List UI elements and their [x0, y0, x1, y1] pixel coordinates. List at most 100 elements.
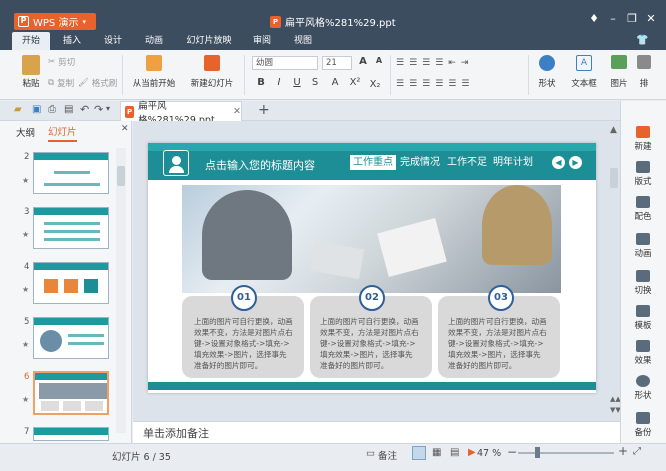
slide-panel-scrollbar[interactable] [116, 148, 126, 433]
slide-nav-tab-3[interactable]: 工作不足 [444, 155, 490, 170]
task-layout-button[interactable]: 版式 [622, 161, 664, 187]
task-effects-button[interactable]: 效果 [622, 340, 664, 366]
menu-review[interactable]: 审阅 [246, 32, 278, 50]
slide-thumbnail-5[interactable] [33, 317, 109, 359]
brush-icon: 🖌 [78, 78, 89, 88]
copy-icon: ⧉ [48, 78, 55, 88]
slide-title[interactable]: 点击输入您的标题内容 [205, 157, 315, 173]
zoom-out-button[interactable]: − [507, 445, 517, 459]
palette-icon [636, 196, 650, 208]
menu-animation[interactable]: 动画 [138, 32, 170, 50]
from-current-button[interactable]: 从当前开始 [128, 55, 180, 89]
menu-view[interactable]: 视图 [287, 32, 319, 50]
slide-nav-tab-1[interactable]: 工作重点 [350, 155, 396, 170]
slide-thumbnail-2[interactable] [33, 152, 109, 194]
play-slideshow-icon[interactable]: ▶ [468, 447, 476, 458]
preview-icon[interactable]: ▤ [64, 104, 73, 115]
task-transition-button[interactable]: 切换 [622, 270, 664, 296]
normal-view-icon[interactable] [412, 446, 426, 460]
paragraph-tools-row2[interactable]: ☰☰☰☰☰☰ [396, 79, 474, 89]
business-meeting-photo[interactable] [182, 185, 561, 293]
subscript-button[interactable]: X₂ [368, 79, 382, 90]
zoom-in-button[interactable]: + [618, 444, 628, 458]
quick-access-dropdown-icon[interactable]: ▾ [106, 104, 110, 113]
grow-font-icon[interactable]: A [356, 56, 370, 67]
animation-icon [636, 233, 650, 245]
new-slide-button[interactable]: 新建幻灯片 [186, 55, 238, 89]
fit-window-icon[interactable]: ⤢ [633, 446, 641, 457]
font-size-select[interactable]: 21 [322, 56, 352, 70]
menu-insert[interactable]: 插入 [56, 32, 88, 50]
task-shapes-button[interactable]: 形状 [622, 375, 664, 401]
notes-toggle-button[interactable]: ▭ 备注 [366, 448, 397, 462]
wps-app-menu-button[interactable]: P WPS 演示 ▾ [14, 13, 96, 30]
slide-sorter-icon[interactable]: ▦ [432, 447, 441, 458]
slide-scrollbar-thumb[interactable] [610, 168, 618, 188]
copy-button[interactable]: ⧉ 复制 [48, 77, 74, 89]
skin-icon[interactable]: ♦ [586, 12, 602, 26]
open-folder-icon[interactable]: ▰ [14, 104, 22, 115]
menu-slideshow[interactable]: 幻灯片放映 [182, 32, 236, 50]
bold-button[interactable]: B [254, 77, 268, 88]
superscript-button[interactable]: X² [348, 77, 362, 88]
task-label: 备份 [634, 428, 652, 438]
redo-icon[interactable]: ↷ [94, 103, 103, 116]
zoom-level: 47 % [477, 448, 502, 459]
undo-icon[interactable]: ↶ [80, 103, 89, 116]
textbox-icon: A [576, 55, 592, 71]
task-template-button[interactable]: 模板 [622, 305, 664, 331]
strikethrough-button[interactable]: A [328, 77, 342, 88]
document-tab[interactable]: P 扁平风格%281%29.ppt ✕ [120, 101, 242, 126]
menu-design[interactable]: 设计 [97, 32, 129, 50]
task-new-button[interactable]: 新建 [622, 126, 664, 152]
textbox-button[interactable]: A 文本框 [566, 55, 602, 89]
slide-nav-tab-4[interactable]: 明年计划 [490, 155, 536, 170]
animation-star-icon: ★ [22, 285, 30, 294]
scroll-up-icon[interactable]: ▲ [610, 125, 617, 135]
reading-view-icon[interactable]: ▤ [450, 447, 459, 458]
tshirt-icon[interactable]: 👕 [636, 35, 648, 46]
maximize-button[interactable]: ❐ [624, 12, 640, 26]
shapes-button[interactable]: 形状 [532, 55, 562, 89]
italic-button[interactable]: I [272, 77, 286, 88]
scrollbar-thumb[interactable] [117, 166, 125, 186]
menu-home[interactable]: 开始 [12, 32, 50, 50]
print-icon[interactable]: ⎙ [48, 104, 56, 115]
slide-nav-tab-2[interactable]: 完成情况 [397, 155, 443, 170]
task-animation-button[interactable]: 动画 [622, 233, 664, 259]
font-name-select[interactable]: 幼圆 [252, 56, 318, 70]
underline-button[interactable]: U [290, 77, 304, 88]
wps-logo-icon: P [18, 16, 29, 27]
picture-button[interactable]: 图片 [606, 55, 632, 89]
task-label: 配色 [634, 212, 652, 222]
new-tab-button[interactable]: + [258, 102, 270, 118]
save-icon[interactable]: ▣ [32, 104, 41, 115]
close-tab-icon[interactable]: ✕ [233, 106, 241, 117]
tab-slides[interactable]: 幻灯片 [48, 124, 77, 142]
arrange-button[interactable]: 排 [634, 55, 654, 89]
cut-button[interactable]: ✂ 剪切 [48, 56, 75, 68]
shadow-button[interactable]: S [308, 77, 322, 88]
shrink-font-icon[interactable]: A [372, 56, 386, 65]
task-color-button[interactable]: 配色 [622, 196, 664, 222]
zoom-slider-thumb[interactable] [535, 447, 540, 458]
task-label: 模板 [634, 321, 652, 331]
paste-button[interactable]: 粘贴 [18, 55, 44, 89]
task-backup-button[interactable]: 备份 [622, 412, 664, 438]
new-icon [636, 126, 650, 138]
slide-thumbnail-3[interactable] [33, 207, 109, 249]
slide-next-arrow-icon[interactable]: ▶ [569, 156, 582, 169]
tab-outline[interactable]: 大纲 [16, 125, 35, 139]
format-painter-button[interactable]: 🖌 格式刷 [78, 77, 117, 89]
close-panel-icon[interactable]: ✕ [121, 124, 129, 134]
slide-thumbnail-6[interactable] [33, 371, 109, 415]
close-button[interactable]: ✕ [643, 12, 659, 26]
zoom-slider[interactable] [518, 452, 614, 454]
slide-thumbnail-4[interactable] [33, 262, 109, 304]
slide-thumbnail-7[interactable] [33, 427, 109, 441]
minimize-button[interactable]: – [605, 12, 621, 26]
slide-prev-arrow-icon[interactable]: ◀ [552, 156, 565, 169]
paragraph-tools-row1[interactable]: ☰☰☰☰⇤⇥ [396, 58, 473, 68]
notes-placeholder[interactable]: 单击添加备注 [143, 425, 209, 441]
card-number-badge: 01 [231, 285, 257, 311]
